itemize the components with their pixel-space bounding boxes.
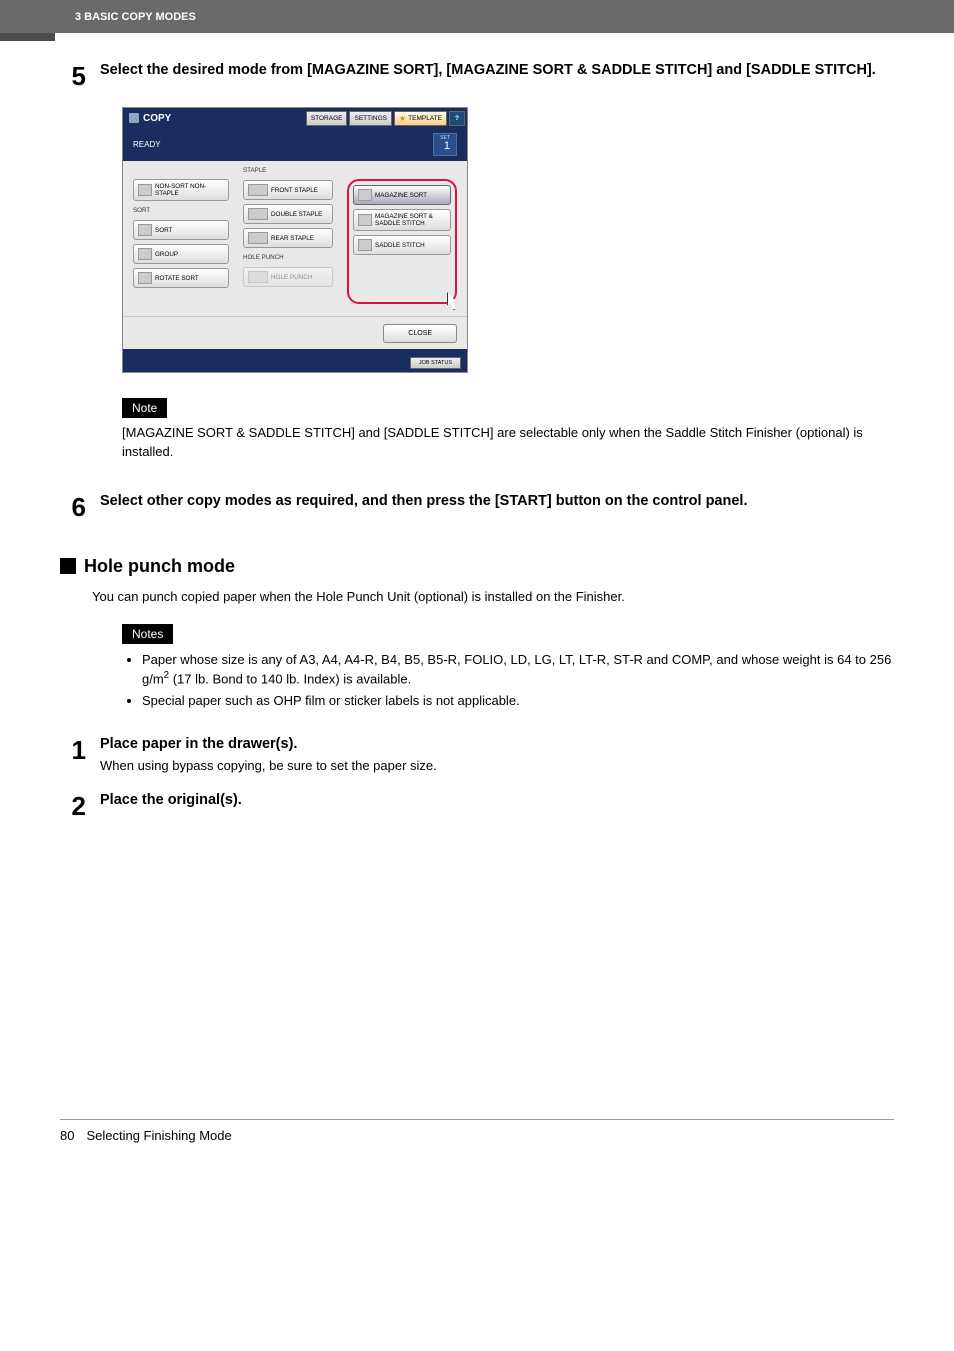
rear-staple-icon — [248, 232, 268, 244]
set-counter: SET 1 — [433, 133, 457, 156]
step-number: 5 — [60, 61, 100, 89]
front-staple-button[interactable]: FRONT STAPLE — [243, 180, 333, 200]
page-header: 3 BASIC COPY MODES — [0, 0, 954, 33]
header-breadcrumb: 3 BASIC COPY MODES — [75, 11, 196, 23]
section-heading: Hole punch mode — [60, 556, 894, 577]
magsaddle-icon — [358, 214, 372, 226]
step-6: 6 Select other copy modes as required, a… — [60, 492, 894, 520]
section-intro: You can punch copied paper when the Hole… — [92, 589, 894, 604]
section-title: Hole punch mode — [84, 556, 235, 577]
rotate-icon — [138, 272, 152, 284]
note-tag: Note — [122, 398, 167, 418]
note-text: [MAGAZINE SORT & SADDLE STITCH] and [SAD… — [122, 424, 894, 462]
app-title: COPY — [123, 113, 171, 124]
notes-block: Notes Paper whose size is any of A3, A4,… — [122, 624, 894, 711]
status-bar: READY SET 1 — [123, 128, 467, 161]
help-button[interactable]: ? — [449, 111, 465, 126]
step-5: 5 Select the desired mode from [MAGAZINE… — [60, 61, 894, 89]
settings-button[interactable]: SETTINGS — [349, 111, 392, 126]
magazine-sort-button[interactable]: MAGAZINE SORT — [353, 185, 451, 205]
notes-item-1: Paper whose size is any of A3, A4, A4-R,… — [142, 650, 894, 689]
saddle-stitch-button[interactable]: SADDLE STITCH — [353, 235, 451, 255]
star-icon: ★ — [399, 114, 406, 123]
template-button[interactable]: ★TEMPLATE — [394, 111, 447, 126]
step-number: 6 — [60, 492, 100, 520]
hole-punch-button[interactable]: HOLE PUNCH — [243, 267, 333, 287]
magsort-icon — [358, 189, 372, 201]
step-2: 2 Place the original(s). — [60, 791, 894, 819]
square-bullet-icon — [60, 558, 76, 574]
step-subtext: When using bypass copying, be sure to se… — [100, 758, 894, 773]
double-staple-button[interactable]: DOUBLE STAPLE — [243, 204, 333, 224]
page-number: 80 — [60, 1128, 74, 1143]
copy-icon — [129, 113, 139, 123]
footer-title: Selecting Finishing Mode — [86, 1128, 231, 1143]
status-text: READY — [133, 140, 161, 149]
step-title: Place the original(s). — [100, 791, 894, 811]
note-block-5: Note [MAGAZINE SORT & SADDLE STITCH] and… — [122, 398, 894, 462]
step-title: Select the desired mode from [MAGAZINE S… — [100, 61, 894, 81]
group-icon — [138, 248, 152, 260]
staple-group-label: STAPLE — [243, 167, 333, 174]
binding-group-highlight: MAGAZINE SORT MAGAZINE SORT & SADDLE STI… — [347, 179, 457, 304]
sort-group-label: SORT — [133, 207, 229, 214]
group-button[interactable]: GROUP — [133, 244, 229, 264]
job-status-button[interactable]: JOB STATUS — [410, 357, 461, 369]
sort-icon — [138, 224, 152, 236]
close-button[interactable]: CLOSE — [383, 324, 457, 343]
holepunch-icon — [248, 271, 268, 283]
screen-titlebar: COPY STORAGE SETTINGS ★TEMPLATE ? — [123, 108, 467, 128]
nonsort-icon — [138, 184, 152, 196]
copy-screen: COPY STORAGE SETTINGS ★TEMPLATE ? READY … — [122, 107, 468, 373]
front-staple-icon — [248, 184, 268, 196]
notes-item-2: Special paper such as OHP film or sticke… — [142, 691, 894, 711]
magazine-sort-saddle-button[interactable]: MAGAZINE SORT & SADDLE STITCH — [353, 209, 451, 231]
double-staple-icon — [248, 208, 268, 220]
header-tab-cap — [0, 33, 55, 41]
saddle-icon — [358, 239, 372, 251]
screenshot-container: COPY STORAGE SETTINGS ★TEMPLATE ? READY … — [122, 107, 894, 373]
step-title: Place paper in the drawer(s). — [100, 735, 894, 755]
holepunch-group-label: HOLE PUNCH — [243, 254, 333, 261]
rotate-sort-button[interactable]: ROTATE SORT — [133, 268, 229, 288]
page-footer: 80 Selecting Finishing Mode — [60, 1119, 894, 1143]
step-number: 2 — [60, 791, 100, 819]
page-content: 5 Select the desired mode from [MAGAZINE… — [0, 41, 954, 819]
sort-button[interactable]: SORT — [133, 220, 229, 240]
step-number: 1 — [60, 735, 100, 774]
notes-tag: Notes — [122, 624, 173, 644]
finishing-panel: NON-SORT NON-STAPLE SORT SORT GROUP ROTA… — [123, 161, 467, 316]
step-1: 1 Place paper in the drawer(s). When usi… — [60, 735, 894, 774]
step-title: Select other copy modes as required, and… — [100, 492, 894, 512]
storage-button[interactable]: STORAGE — [306, 111, 348, 126]
non-sort-button[interactable]: NON-SORT NON-STAPLE — [133, 179, 229, 201]
rear-staple-button[interactable]: REAR STAPLE — [243, 228, 333, 248]
